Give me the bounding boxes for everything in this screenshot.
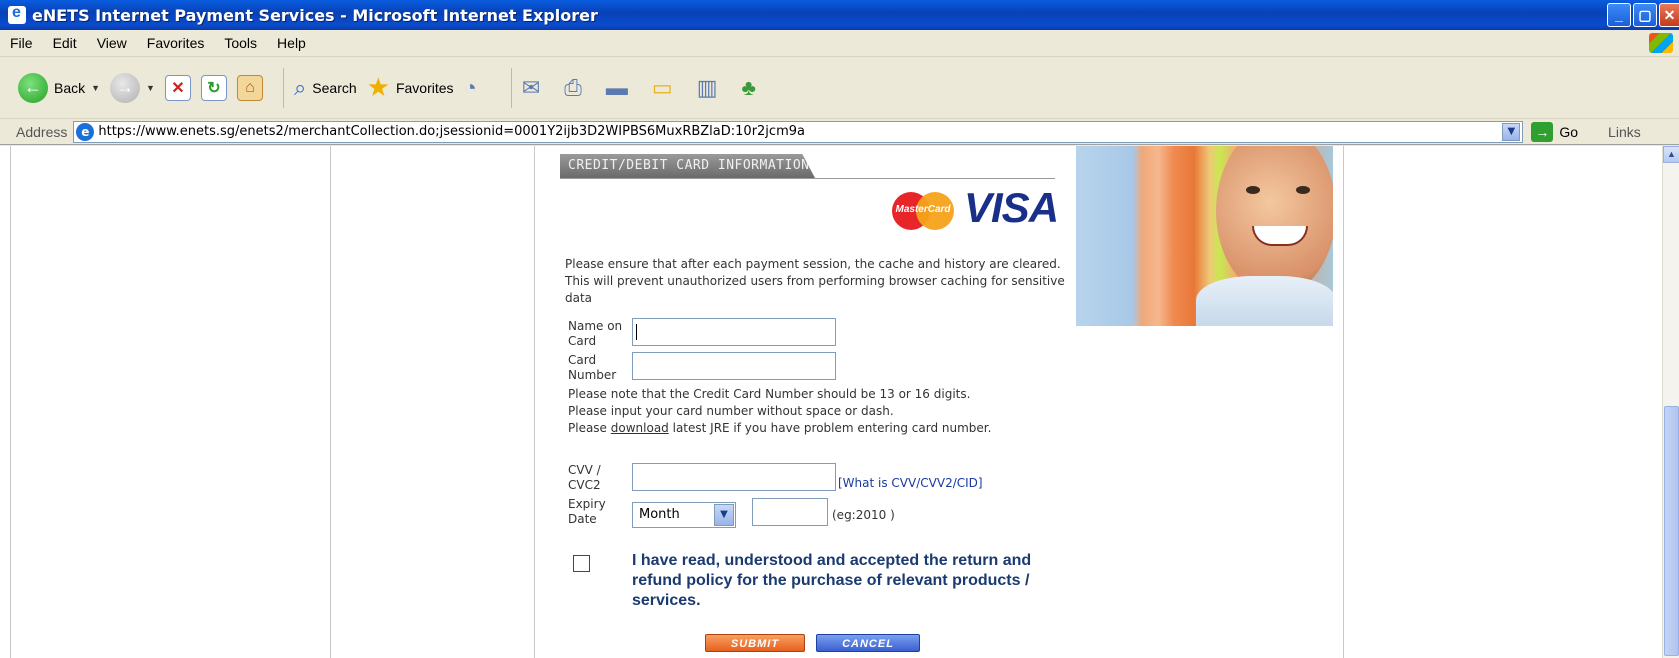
expiry-year-input[interactable] — [752, 498, 828, 526]
links-button[interactable]: Links — [1608, 124, 1641, 140]
toolbar: ← Back ▼ → ▼ ✕ ↻ ⌂ ⌕ Search ★ Favorites … — [0, 57, 1679, 119]
menu-help[interactable]: Help — [267, 35, 316, 51]
address-input[interactable]: e https://www.enets.sg/enets2/merchantCo… — [73, 120, 1524, 143]
refund-policy-text: I have read, understood and accepted the… — [632, 552, 1032, 609]
search-icon: ⌕ — [293, 74, 307, 100]
download-link[interactable]: download — [611, 421, 669, 435]
page-icon: e — [76, 122, 95, 141]
mail-icon: ✉ — [521, 74, 541, 100]
title-bar: eNETS Internet Payment Services - Micros… — [0, 0, 1679, 30]
edit-icon: ▬ — [605, 74, 628, 100]
discuss-icon: ▭ — [651, 74, 673, 100]
windows-logo-icon — [1649, 33, 1673, 53]
ie-icon — [8, 4, 26, 24]
address-url[interactable]: https://www.enets.sg/enets2/merchantColl… — [98, 124, 1502, 139]
child-photo — [1076, 146, 1333, 326]
cancel-button[interactable]: CANCEL — [816, 634, 920, 652]
research-icon: ▥ — [696, 74, 718, 100]
favorites-button[interactable]: ★ Favorites — [367, 72, 454, 103]
go-arrow-icon: → — [1531, 121, 1554, 142]
refresh-icon: ↻ — [200, 74, 227, 101]
forward-button[interactable]: → ▼ — [110, 72, 155, 103]
hint-no-space: Please input your card number without sp… — [568, 404, 894, 418]
menu-tools[interactable]: Tools — [214, 35, 267, 51]
hint-jre: Please download latest JRE if you have p… — [568, 421, 992, 435]
print-icon: ⎙ — [564, 74, 582, 100]
address-label: Address — [16, 123, 68, 140]
star-icon: ★ — [366, 72, 390, 102]
messenger-icon: ♣ — [741, 74, 756, 100]
menu-favorites[interactable]: Favorites — [137, 35, 215, 51]
back-arrow-icon: ← — [18, 72, 48, 103]
hint-digits: Please note that the Credit Card Number … — [568, 387, 971, 401]
scroll-up-icon[interactable]: ▲ — [1663, 146, 1679, 163]
policy-checkbox[interactable] — [573, 555, 590, 572]
card-number-input[interactable] — [632, 352, 836, 380]
toolbar-separator — [282, 67, 284, 108]
home-icon: ⌂ — [236, 74, 263, 101]
visa-logo: VISA — [964, 184, 1059, 231]
stop-icon: ✕ — [164, 74, 191, 101]
window-controls: _ ▢ ✕ — [1607, 3, 1679, 27]
name-on-card-label: Name on Card — [568, 319, 623, 348]
refresh-button[interactable]: ↻ — [200, 74, 227, 101]
back-label: Back — [54, 79, 86, 96]
minimize-button[interactable]: _ — [1607, 3, 1631, 27]
forward-dropdown-icon[interactable]: ▼ — [146, 83, 155, 93]
home-button[interactable]: ⌂ — [236, 74, 263, 101]
security-notice: Please ensure that after each payment se… — [565, 257, 1065, 305]
scrollbar-thumb[interactable] — [1664, 406, 1679, 656]
history-button[interactable]: ◔ — [464, 75, 491, 101]
stop-button[interactable]: ✕ — [164, 74, 191, 101]
page-divider — [330, 146, 331, 658]
menu-view[interactable]: View — [87, 35, 137, 51]
go-label: Go — [1559, 123, 1579, 140]
address-dropdown-icon[interactable]: ▼ — [1502, 122, 1521, 141]
page-divider — [1343, 146, 1344, 658]
close-button[interactable]: ✕ — [1659, 3, 1679, 27]
print-button[interactable]: ⎙ — [564, 75, 596, 101]
page-content: CREDIT/DEBIT CARD INFORMATION MasterCard… — [0, 146, 1662, 658]
name-on-card-input[interactable] — [632, 318, 836, 346]
submit-button[interactable]: SUBMIT — [705, 634, 805, 652]
vertical-scrollbar[interactable]: ▲ — [1662, 146, 1679, 658]
year-example-hint: (eg:2010 ) — [832, 508, 895, 522]
window-title: eNETS Internet Payment Services - Micros… — [32, 5, 598, 25]
mastercard-logo: MasterCard — [892, 192, 954, 230]
toolbar-separator-2 — [510, 67, 512, 108]
cvv-label: CVV / CVC2 — [568, 463, 601, 492]
page-divider — [534, 146, 535, 658]
cvv-input[interactable] — [632, 463, 836, 491]
maximize-button[interactable]: ▢ — [1633, 3, 1657, 27]
what-is-cvv-link[interactable]: [What is CVV/CVV2/CID] — [838, 476, 983, 490]
search-label: Search — [312, 79, 357, 96]
search-button[interactable]: ⌕ Search — [294, 75, 357, 101]
expiry-date-label: Expiry Date — [568, 497, 606, 526]
history-icon: ◔ — [463, 74, 477, 100]
go-button[interactable]: → Go — [1531, 121, 1579, 142]
messenger-button[interactable]: ♣ — [741, 75, 769, 101]
card-number-label: Card Number — [568, 353, 617, 382]
browser-window: eNETS Internet Payment Services - Micros… — [0, 0, 1679, 658]
page-divider — [10, 146, 11, 658]
menu-file[interactable]: File — [0, 35, 43, 51]
edit-button[interactable]: ▬ — [606, 75, 642, 101]
research-button[interactable]: ▥ — [697, 75, 732, 101]
back-dropdown-icon[interactable]: ▼ — [91, 83, 100, 93]
back-button[interactable]: ← Back ▼ — [18, 72, 100, 103]
forward-arrow-icon: → — [110, 72, 141, 103]
section-header: CREDIT/DEBIT CARD INFORMATION — [560, 154, 815, 178]
favorites-label: Favorites — [395, 79, 454, 96]
expiry-month-select[interactable]: Month ▼ — [632, 502, 736, 528]
discuss-button[interactable]: ▭ — [652, 75, 687, 101]
menu-edit[interactable]: Edit — [43, 35, 87, 51]
header-divider — [560, 178, 1055, 179]
chevron-down-icon[interactable]: ▼ — [714, 504, 734, 526]
address-bar: Address e https://www.enets.sg/enets2/me… — [0, 119, 1679, 145]
mail-button[interactable]: ✉ — [522, 75, 554, 101]
month-selected-value: Month — [639, 507, 680, 522]
menu-bar: File Edit View Favorites Tools Help — [0, 30, 1679, 57]
